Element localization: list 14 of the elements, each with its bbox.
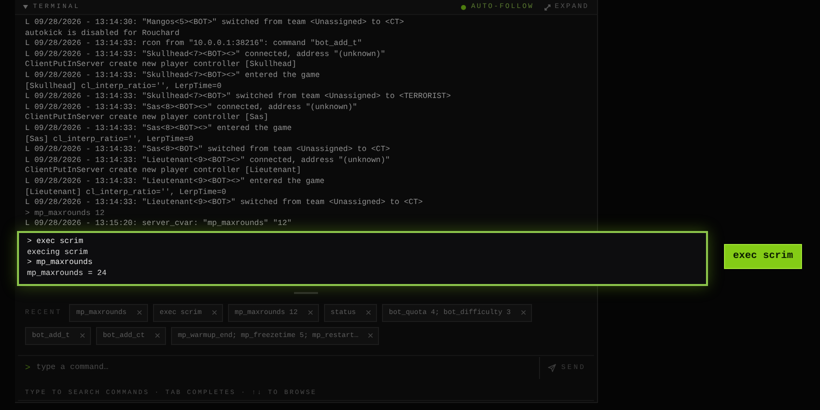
- command-input[interactable]: type a command…: [36, 362, 540, 374]
- caret-down-icon: [23, 5, 28, 9]
- close-icon[interactable]: [154, 333, 160, 338]
- close-icon[interactable]: [308, 310, 313, 316]
- prompt-symbol: >: [25, 362, 30, 375]
- close-icon[interactable]: [520, 310, 526, 316]
- close-icon[interactable]: [368, 333, 374, 338]
- close-icon[interactable]: [212, 310, 217, 316]
- send-icon: [548, 364, 556, 372]
- close-icon[interactable]: [80, 333, 85, 338]
- close-icon[interactable]: [136, 310, 142, 316]
- close-icon[interactable]: [366, 310, 371, 316]
- callout-label: exec scrim: [724, 244, 802, 269]
- expand-icon: [544, 4, 551, 10]
